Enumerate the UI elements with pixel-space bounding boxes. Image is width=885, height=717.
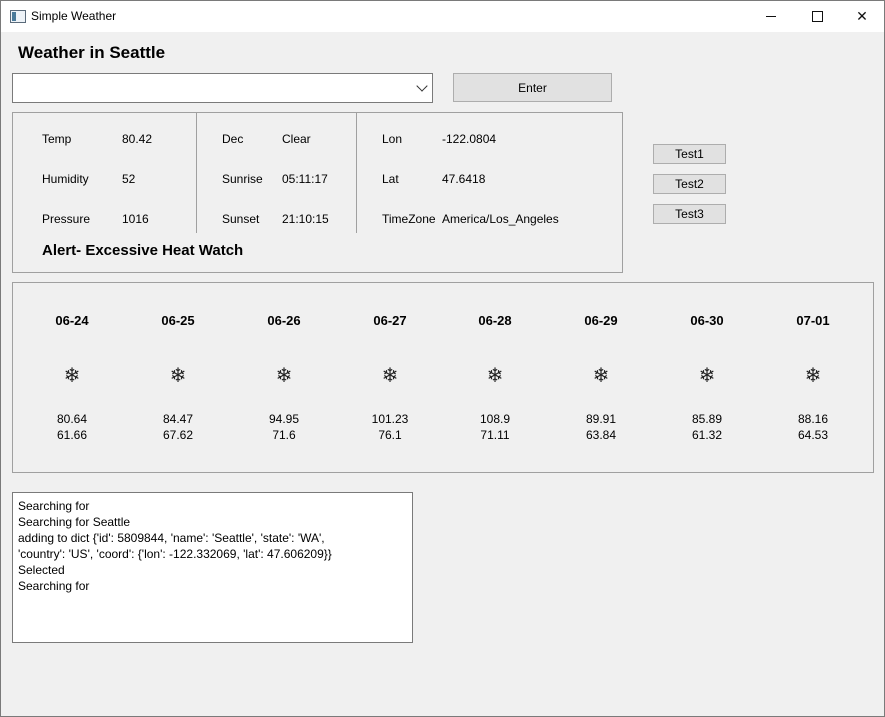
forecast-high: 89.91	[585, 412, 617, 426]
maximize-button[interactable]	[794, 1, 840, 32]
snowflake-icon: ❄	[169, 363, 187, 387]
forecast-high: 85.89	[691, 412, 723, 426]
lon-label: Lon	[382, 132, 403, 146]
column-divider	[356, 113, 357, 233]
lat-value: 47.6418	[442, 172, 486, 186]
forecast-high: 88.16	[797, 412, 829, 426]
log-line: Searching for	[18, 579, 90, 593]
weather-alert: Alert- Excessive Heat Watch	[42, 242, 244, 259]
forecast-low: 61.32	[691, 428, 723, 442]
forecast-date: 06-27	[373, 313, 407, 328]
forecast-day: 06-25 ❄ 84.47 67.62	[125, 283, 231, 472]
chevron-down-icon[interactable]	[416, 80, 428, 92]
sunrise-label: Sunrise	[222, 172, 263, 186]
window-title: Simple Weather	[31, 9, 117, 23]
snowflake-icon: ❄	[592, 363, 610, 387]
test2-button[interactable]: Test2	[653, 174, 726, 194]
title-bar[interactable]: Simple Weather ✕	[1, 1, 884, 32]
desc-value: Clear	[282, 132, 311, 146]
pressure-value: 1016	[122, 212, 149, 226]
timezone-value: America/Los_Angeles	[442, 212, 559, 226]
window-app-icon	[10, 10, 26, 23]
forecast-date: 07-01	[796, 313, 830, 328]
enter-button[interactable]: Enter	[453, 73, 612, 102]
snowflake-icon: ❄	[698, 363, 716, 387]
forecast-day: 07-01 ❄ 88.16 64.53	[760, 283, 866, 472]
pressure-label: Pressure	[42, 212, 91, 226]
forecast-day: 06-27 ❄ 101.23 76.1	[337, 283, 443, 472]
forecast-day: 06-30 ❄ 85.89 61.32	[654, 283, 760, 472]
city-select[interactable]	[12, 73, 433, 103]
temp-value: 80.42	[122, 132, 153, 146]
minimize-icon	[766, 16, 776, 17]
forecast-low: 61.66	[56, 428, 88, 442]
test1-button[interactable]: Test1	[653, 144, 726, 164]
close-button[interactable]: ✕	[839, 1, 884, 32]
forecast-date: 06-25	[161, 313, 195, 328]
sunset-value: 21:10:15	[282, 212, 329, 226]
sunset-label: Sunset	[222, 212, 260, 226]
sunrise-value: 05:11:17	[282, 172, 328, 186]
forecast-low: 71.6	[272, 428, 296, 442]
timezone-label: TimeZone	[382, 212, 436, 226]
log-line: adding to dict {'id': 5809844, 'name': '…	[18, 531, 325, 545]
forecast-date: 06-26	[267, 313, 301, 328]
snowflake-icon: ❄	[63, 363, 81, 387]
forecast-low: 71.11	[480, 428, 510, 442]
log-line: Selected	[18, 563, 65, 577]
snowflake-icon: ❄	[804, 363, 822, 387]
temp-label: Temp	[42, 132, 72, 146]
snowflake-icon: ❄	[275, 363, 293, 387]
forecast-date: 06-28	[478, 313, 512, 328]
log-line: Searching for	[18, 499, 90, 513]
log-line: 'country': 'US', 'coord': {'lon': -122.3…	[18, 547, 332, 561]
forecast-day: 06-26 ❄ 94.95 71.6	[231, 283, 337, 472]
humidity-value: 52	[122, 172, 136, 186]
forecast-date: 06-29	[584, 313, 618, 328]
minimize-button[interactable]	[748, 1, 794, 32]
forecast-high: 108.9	[479, 412, 511, 426]
forecast-high: 94.95	[268, 412, 300, 426]
forecast-day: 06-29 ❄ 89.91 63.84	[548, 283, 654, 472]
forecast-high: 84.47	[162, 412, 194, 426]
forecast-date: 06-24	[55, 313, 89, 328]
humidity-label: Humidity	[42, 172, 89, 186]
maximize-icon	[811, 11, 823, 22]
page-title: Weather in Seattle	[18, 43, 166, 62]
snowflake-icon: ❄	[381, 363, 399, 387]
current-weather-panel: Temp 80.42 Humidity 52 Pressure 1016 Dec…	[12, 112, 623, 273]
forecast-low: 76.1	[378, 428, 402, 442]
forecast-low: 67.62	[162, 428, 194, 442]
forecast-low: 63.84	[585, 428, 617, 442]
forecast-panel: 06-24 ❄ 80.64 61.66 06-25 ❄ 84.47 67.62 …	[12, 282, 874, 473]
forecast-high: 80.64	[56, 412, 88, 426]
snowflake-icon: ❄	[486, 363, 504, 387]
forecast-high: 101.23	[371, 412, 409, 426]
log-line: Searching for Seattle	[18, 515, 131, 529]
lat-label: Lat	[382, 172, 399, 186]
forecast-day: 06-28 ❄ 108.9 71.11	[442, 283, 548, 472]
forecast-low: 64.53	[797, 428, 829, 442]
app-window: Simple Weather ✕ Weather in Seattle Ente…	[0, 0, 885, 717]
test3-button[interactable]: Test3	[653, 204, 726, 224]
desc-label: Dec	[222, 132, 244, 146]
forecast-day: 06-24 ❄ 80.64 61.66	[19, 283, 125, 472]
lon-value: -122.0804	[442, 132, 497, 146]
forecast-date: 06-30	[690, 313, 724, 328]
close-icon: ✕	[856, 8, 868, 25]
log-output[interactable]: Searching for Searching for Seattle addi…	[12, 492, 413, 643]
column-divider	[196, 113, 197, 233]
